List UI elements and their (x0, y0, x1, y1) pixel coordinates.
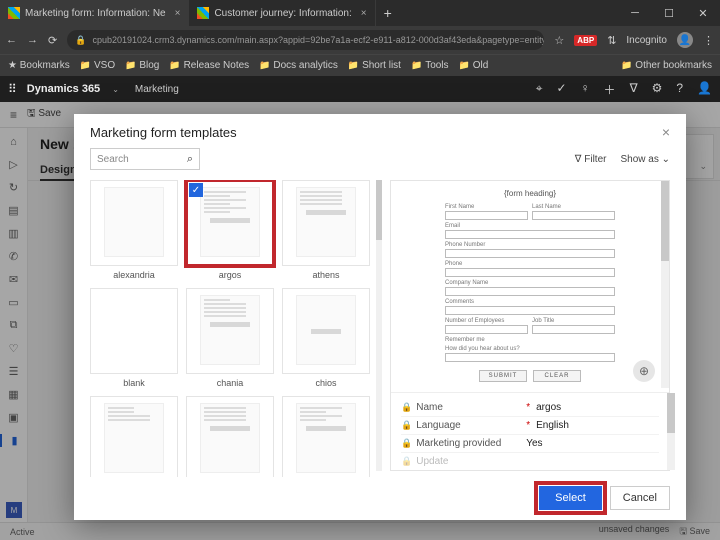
close-icon[interactable]: × (662, 124, 670, 140)
template-card[interactable]: alexandria (90, 180, 178, 280)
bookmark-folder[interactable]: Tools (411, 60, 449, 71)
add-icon[interactable]: ＋ (604, 81, 616, 98)
user-icon[interactable]: 👤 (697, 81, 712, 98)
select-button[interactable]: Select (539, 486, 602, 510)
show-as-button[interactable]: Show as ⌄ (620, 154, 670, 165)
bookmark-folder[interactable]: Short list (348, 60, 401, 71)
search-icon: ⌕ (187, 153, 193, 166)
d365-brand[interactable]: Dynamics 365 (27, 83, 100, 95)
preview-clear: CLEAR (533, 370, 581, 382)
template-card[interactable]: heraklion (186, 396, 274, 477)
browser-tab[interactable]: Customer journey: Information: × (189, 0, 375, 26)
assist-icon[interactable]: ⌖ (536, 81, 543, 98)
zoom-icon[interactable]: ⊕ (633, 360, 655, 382)
sync-icon[interactable]: ⇅ (607, 34, 616, 47)
template-picker-modal: Marketing form templates × Search ⌕ ∇ Fi… (74, 114, 686, 520)
lock-icon: 🔒 (401, 438, 412, 449)
template-card[interactable]: athens (282, 180, 370, 280)
lock-icon: 🔒 (401, 420, 412, 431)
filter-button[interactable]: ∇ Filter (575, 154, 607, 165)
template-card[interactable]: corfu (90, 396, 178, 477)
preview-submit: SUBMIT (479, 370, 527, 382)
menu-icon[interactable]: ⋮ (703, 34, 714, 47)
bookmarks-label: ★ Bookmarks (8, 60, 70, 71)
star-icon[interactable]: ☆ (554, 34, 564, 47)
close-window-button[interactable]: ✕ (686, 0, 720, 26)
url-text: cpub20191024.crm3.dynamics.com/main.aspx… (92, 35, 544, 45)
template-preview: {form heading} First Name Last Name Emai… (390, 180, 670, 471)
modal-title: Marketing form templates (90, 125, 237, 140)
close-icon[interactable]: × (361, 8, 367, 19)
props-scrollbar[interactable] (667, 393, 675, 470)
browser-titlebar: Marketing form: Information: Ne × Custom… (0, 0, 720, 26)
template-properties: 🔒 Name * argos 🔒 Language * English 🔒 Ma… (391, 392, 669, 470)
gear-icon[interactable]: ⚙ (652, 81, 663, 98)
favicon-icon (197, 7, 209, 19)
template-card-selected[interactable]: ✓ argos (186, 180, 274, 280)
gallery-scrollbar[interactable] (376, 180, 382, 471)
template-card[interactable]: kalamata (282, 396, 370, 477)
incognito-label: Incognito (626, 35, 667, 46)
bookmark-folder[interactable]: Blog (125, 60, 159, 71)
template-gallery: alexandria ✓ argos athens (90, 180, 380, 471)
address-bar[interactable]: 🔒 cpub20191024.crm3.dynamics.com/main.as… (67, 30, 544, 50)
lock-icon: 🔒 (75, 35, 86, 46)
template-card[interactable]: chios (282, 288, 370, 388)
bookmark-folder[interactable]: VSO (80, 60, 115, 71)
search-placeholder: Search (97, 154, 129, 165)
bookmark-folder[interactable]: Old (459, 60, 489, 71)
checkmark-icon: ✓ (189, 183, 203, 197)
bulb-icon[interactable]: ♀ (581, 81, 590, 98)
bookmarks-bar: ★ Bookmarks VSO Blog Release Notes Docs … (0, 54, 720, 76)
back-button[interactable]: ← (6, 34, 17, 47)
page-body: ≡ 🖫 Save ⌂ ▷ ↻ ▤ ▥ ✆ ✉ ▭ ⧉ ♡ ☰ ▦ ▣ ▮ M N… (0, 102, 720, 540)
cancel-button[interactable]: Cancel (610, 486, 670, 510)
lock-icon: 🔒 (401, 402, 412, 413)
search-input[interactable]: Search ⌕ (90, 148, 200, 170)
minimize-button[interactable]: ─ (618, 0, 652, 26)
tab-title: Customer journey: Information: (214, 8, 351, 19)
reload-button[interactable]: ⟳ (48, 34, 57, 47)
prop-mkt-value: Yes (526, 438, 542, 449)
lock-icon: 🔒 (401, 456, 412, 467)
prop-name-value: argos (536, 402, 561, 413)
tab-title: Marketing form: Information: Ne (25, 8, 166, 19)
maximize-button[interactable]: ☐ (652, 0, 686, 26)
template-card[interactable]: chania (186, 288, 274, 388)
close-icon[interactable]: × (175, 8, 181, 19)
favicon-icon (8, 7, 20, 19)
d365-area[interactable]: Marketing (135, 84, 179, 95)
d365-header: ⠿ Dynamics 365 ⌄ Marketing ⌖ ✓ ♀ ＋ ∇ ⚙ ?… (0, 76, 720, 102)
app-launcher-icon[interactable]: ⠿ (8, 82, 15, 96)
forward-button[interactable]: → (27, 34, 38, 47)
browser-tab[interactable]: Marketing form: Information: Ne × (0, 0, 189, 26)
template-card[interactable]: blank (90, 288, 178, 388)
profile-avatar[interactable]: 👤 (677, 32, 693, 48)
browser-toolbar: ← → ⟳ 🔒 cpub20191024.crm3.dynamics.com/m… (0, 26, 720, 54)
filter-icon[interactable]: ∇ (630, 81, 638, 98)
preview-heading: {form heading} (445, 189, 615, 198)
abp-badge[interactable]: ABP (574, 35, 597, 46)
bookmark-folder[interactable]: Release Notes (169, 60, 249, 71)
new-tab-button[interactable]: + (376, 0, 400, 26)
help-icon[interactable]: ? (676, 81, 683, 98)
chevron-down-icon[interactable]: ⌄ (112, 85, 119, 94)
preview-scrollbar[interactable] (661, 181, 669, 388)
other-bookmarks[interactable]: Other bookmarks (621, 60, 712, 71)
check-icon[interactable]: ✓ (556, 81, 566, 98)
bookmark-folder[interactable]: Docs analytics (259, 60, 338, 71)
prop-lang-value: English (536, 420, 569, 431)
